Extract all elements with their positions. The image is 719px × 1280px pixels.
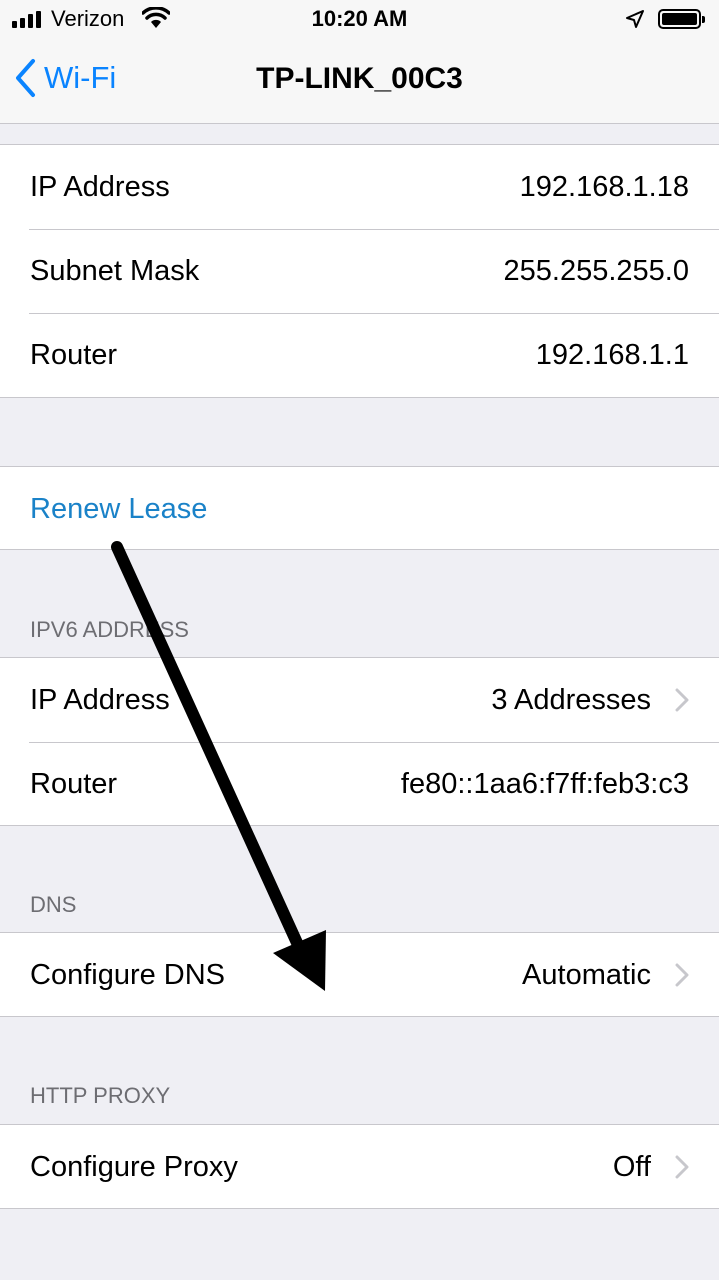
configure-dns-value: Automatic: [522, 958, 651, 991]
ipv6-router-value: fe80::1aa6:f7ff:feb3:c3: [400, 767, 689, 800]
ip-address-label: IP Address: [30, 170, 170, 203]
ipv4-group: IP Address 192.168.1.18 Subnet Mask 255.…: [0, 144, 719, 398]
renew-lease-button[interactable]: Renew Lease: [0, 467, 719, 551]
chevron-right-icon: [675, 1155, 689, 1179]
chevron-right-icon: [675, 963, 689, 987]
renew-lease-label: Renew Lease: [30, 492, 208, 525]
http-proxy-group: Configure Proxy Off: [0, 1124, 719, 1209]
battery-icon: [658, 9, 705, 29]
ipv6-router-row: Router fe80::1aa6:f7ff:feb3:c3: [0, 742, 719, 826]
status-bar: Verizon 10:20 AM: [0, 0, 719, 40]
subnet-mask-label: Subnet Mask: [30, 254, 200, 287]
configure-proxy-label: Configure Proxy: [30, 1150, 238, 1183]
ipv6-ip-address-row[interactable]: IP Address 3 Addresses: [0, 658, 719, 742]
ipv6-section-header: IPV6 ADDRESS: [30, 617, 189, 642]
subnet-mask-row: Subnet Mask 255.255.255.0: [0, 229, 719, 313]
configure-dns-label: Configure DNS: [30, 958, 226, 991]
http-proxy-section-header: HTTP PROXY: [30, 1083, 171, 1108]
chevron-right-icon: [675, 688, 689, 712]
ip-address-row: IP Address 192.168.1.18: [0, 145, 719, 229]
ipv6-group: IP Address 3 Addresses Router fe80::1aa6…: [0, 657, 719, 826]
configure-proxy-row[interactable]: Configure Proxy Off: [0, 1125, 719, 1209]
router-value: 192.168.1.1: [535, 338, 689, 371]
page-title: TP-LINK_00C3: [256, 62, 463, 95]
location-arrow-icon: [625, 9, 645, 34]
status-time: 10:20 AM: [311, 6, 408, 31]
dns-group: Configure DNS Automatic: [0, 932, 719, 1017]
router-row: Router 192.168.1.1: [0, 313, 719, 397]
subnet-mask-value: 255.255.255.0: [503, 254, 689, 287]
router-label: Router: [30, 338, 118, 371]
configure-proxy-value: Off: [612, 1150, 651, 1183]
renew-lease-group: Renew Lease: [0, 466, 719, 550]
ipv6-router-label: Router: [30, 767, 118, 800]
ipv6-ip-address-value: 3 Addresses: [491, 683, 651, 716]
ip-address-value: 192.168.1.18: [519, 170, 689, 203]
configure-dns-row[interactable]: Configure DNS Automatic: [0, 933, 719, 1017]
dns-section-header: DNS: [30, 892, 77, 917]
navigation-bar: Wi-Fi TP-LINK_00C3: [0, 40, 719, 124]
ipv6-ip-address-label: IP Address: [30, 683, 170, 716]
